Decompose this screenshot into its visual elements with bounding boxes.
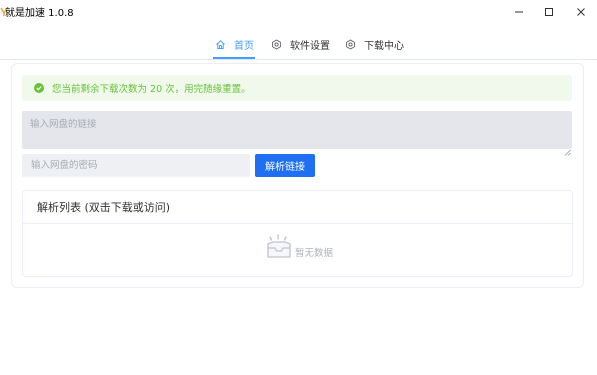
nav-divider bbox=[0, 59, 597, 60]
result-list: 解析列表 (双击下载或访问) 暂无数据 bbox=[22, 190, 573, 277]
tab-settings-label: 软件设置 bbox=[290, 40, 330, 52]
gear-icon bbox=[271, 38, 282, 50]
tab-download-center-label: 下载中心 bbox=[364, 40, 404, 52]
title-bar: 就是加速 1.0.8 bbox=[0, 0, 597, 22]
nav-tabs: 首页 软件设置 下载中心 bbox=[0, 29, 597, 59]
tab-home[interactable]: 首页 bbox=[215, 29, 254, 59]
empty-box-icon bbox=[264, 234, 294, 260]
close-button[interactable] bbox=[564, 0, 597, 22]
maximize-icon bbox=[544, 2, 554, 21]
share-link-input[interactable] bbox=[22, 111, 572, 149]
home-icon bbox=[215, 39, 226, 50]
success-check-icon bbox=[34, 83, 44, 93]
minimize-icon bbox=[514, 2, 524, 21]
alert-text: 您当前剩余下载次数为 20 次，用完随缘重置。 bbox=[52, 84, 251, 95]
remaining-downloads-alert: 您当前剩余下载次数为 20 次，用完随缘重置。 bbox=[22, 75, 572, 101]
tab-download-center[interactable]: 下载中心 bbox=[345, 29, 404, 59]
resize-grip-icon[interactable] bbox=[563, 141, 571, 156]
tab-home-label: 首页 bbox=[234, 40, 254, 52]
gear-icon bbox=[345, 38, 356, 50]
share-password-input[interactable] bbox=[22, 154, 250, 177]
result-list-header: 解析列表 (双击下载或访问) bbox=[23, 191, 572, 224]
minimize-button[interactable] bbox=[502, 0, 536, 22]
window-title: 就是加速 1.0.8 bbox=[5, 8, 74, 19]
tab-settings[interactable]: 软件设置 bbox=[271, 29, 330, 59]
maximize-button[interactable] bbox=[532, 0, 566, 22]
close-icon bbox=[576, 2, 586, 21]
empty-state-text: 暂无数据 bbox=[295, 248, 334, 259]
parse-link-button[interactable]: 解析链接 bbox=[255, 154, 315, 177]
